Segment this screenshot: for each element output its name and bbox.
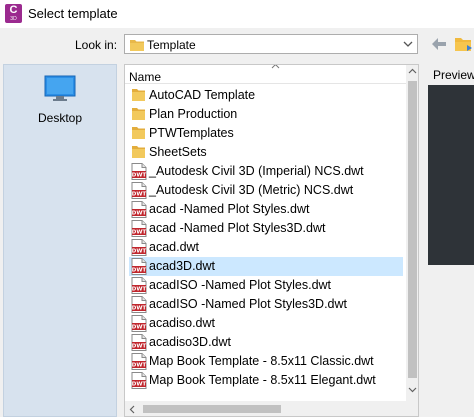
desktop-icon [44, 75, 76, 101]
svg-text:DWT: DWT [132, 249, 147, 255]
file-name: acadiso3D.dwt [149, 335, 231, 349]
places-item-desktop[interactable]: Desktop [4, 73, 116, 133]
folder-up-icon[interactable] [455, 35, 474, 53]
dwt-file-icon: DWT [131, 182, 147, 199]
file-row[interactable]: DWT acad -Named Plot Styles.dwt [129, 200, 403, 219]
file-name: Plan Production [149, 107, 238, 121]
file-row[interactable]: DWT _Autodesk Civil 3D (Metric) NCS.dwt [129, 181, 403, 200]
file-name: acad -Named Plot Styles3D.dwt [149, 221, 326, 235]
folder-row[interactable]: PTWTemplates [129, 124, 403, 143]
file-name: acad -Named Plot Styles.dwt [149, 202, 310, 216]
file-name: acadiso.dwt [149, 316, 216, 330]
svg-text:DWT: DWT [132, 268, 147, 274]
file-row[interactable]: DWT acad -Named Plot Styles3D.dwt [129, 219, 403, 238]
file-row[interactable]: DWT acadiso3D.dwt [129, 333, 403, 352]
folder-icon [130, 40, 144, 51]
file-list[interactable]: Name AutoCAD Template Plan Production PTWT… [124, 64, 419, 417]
svg-text:DWT: DWT [132, 192, 147, 198]
preview-panel [428, 85, 474, 265]
dwt-file-icon: DWT [131, 220, 147, 237]
folder-icon [131, 144, 147, 161]
file-name: Map Book Template - 8.5x11 Classic.dwt [149, 354, 374, 368]
file-name: acad.dwt [149, 240, 200, 254]
places-item-label: Desktop [37, 111, 83, 125]
file-name: PTWTemplates [149, 126, 234, 140]
svg-text:DWT: DWT [132, 363, 147, 369]
file-name: _Autodesk Civil 3D (Metric) NCS.dwt [149, 183, 354, 197]
file-row[interactable]: DWT acad3D.dwt [129, 257, 403, 276]
svg-text:DWT: DWT [132, 325, 147, 331]
file-row[interactable]: DWT _Autodesk Civil 3D (Imperial) NCS.dwt [129, 162, 403, 181]
file-row[interactable]: DWT acadISO -Named Plot Styles3D.dwt [129, 295, 403, 314]
dwt-file-icon: DWT [131, 334, 147, 351]
chevron-down-icon [403, 41, 413, 47]
header-divider [125, 83, 406, 84]
lookin-label: Look in: [75, 38, 118, 52]
dwt-file-icon: DWT [131, 277, 147, 294]
svg-text:DWT: DWT [132, 211, 147, 217]
file-name: acad3D.dwt [149, 259, 216, 273]
svg-text:DWT: DWT [132, 287, 147, 293]
file-row[interactable]: DWT Map Book Template - 8.5x11 Elegant.dw… [129, 371, 403, 390]
horizontal-scroll-thumb[interactable] [143, 405, 281, 413]
file-row[interactable]: DWT acadiso.dwt [129, 314, 403, 333]
dwt-file-icon: DWT [131, 315, 147, 332]
folder-row[interactable]: SheetSets [129, 143, 403, 162]
file-row[interactable]: DWT acadISO -Named Plot Styles.dwt [129, 276, 403, 295]
svg-text:DWT: DWT [132, 344, 147, 350]
lookin-dropdown[interactable]: Template [124, 34, 418, 54]
sort-ascending-icon [271, 65, 280, 69]
window-title: Select template [28, 6, 118, 21]
scroll-up-icon[interactable] [408, 68, 417, 74]
scroll-down-icon[interactable] [408, 387, 417, 393]
file-name: AutoCAD Template [149, 88, 256, 102]
folder-icon [131, 87, 147, 104]
dwt-file-icon: DWT [131, 163, 147, 180]
file-row[interactable]: DWT Map Book Template - 8.5x11 Classic.dw… [129, 352, 403, 371]
title-bar: C 3D Select template [0, 0, 474, 28]
horizontal-scrollbar[interactable] [125, 401, 418, 416]
back-arrow-icon[interactable] [431, 37, 447, 51]
dwt-file-icon: DWT [131, 372, 147, 389]
file-row[interactable]: DWT acad.dwt [129, 238, 403, 257]
svg-text:DWT: DWT [132, 173, 147, 179]
scroll-left-icon[interactable] [129, 405, 135, 414]
app-icon-sub: 3D [10, 16, 17, 22]
preview-label: Preview [433, 68, 474, 82]
folder-row[interactable]: AutoCAD Template [129, 86, 403, 105]
svg-text:DWT: DWT [132, 382, 147, 388]
file-name: acadISO -Named Plot Styles.dwt [149, 278, 332, 292]
lookin-value: Template [147, 38, 196, 52]
svg-text:DWT: DWT [132, 306, 147, 312]
dwt-file-icon: DWT [131, 353, 147, 370]
column-header-name[interactable]: Name [129, 70, 161, 84]
folder-icon [131, 106, 147, 123]
dwt-file-icon: DWT [131, 258, 147, 275]
vertical-scroll-thumb[interactable] [408, 81, 417, 378]
app-icon-letter: C [9, 4, 18, 16]
dwt-file-icon: DWT [131, 296, 147, 313]
civil3d-app-icon: C 3D [5, 4, 22, 23]
file-name: Map Book Template - 8.5x11 Elegant.dwt [149, 373, 376, 387]
dwt-file-icon: DWT [131, 239, 147, 256]
file-name: _Autodesk Civil 3D (Imperial) NCS.dwt [149, 164, 364, 178]
file-name: SheetSets [149, 145, 207, 159]
folder-icon [131, 125, 147, 142]
places-bar: Desktop [3, 64, 117, 417]
folder-row[interactable]: Plan Production [129, 105, 403, 124]
file-name: acadISO -Named Plot Styles3D.dwt [149, 297, 347, 311]
svg-text:DWT: DWT [132, 230, 147, 236]
vertical-scrollbar[interactable] [406, 65, 418, 401]
dwt-file-icon: DWT [131, 201, 147, 218]
